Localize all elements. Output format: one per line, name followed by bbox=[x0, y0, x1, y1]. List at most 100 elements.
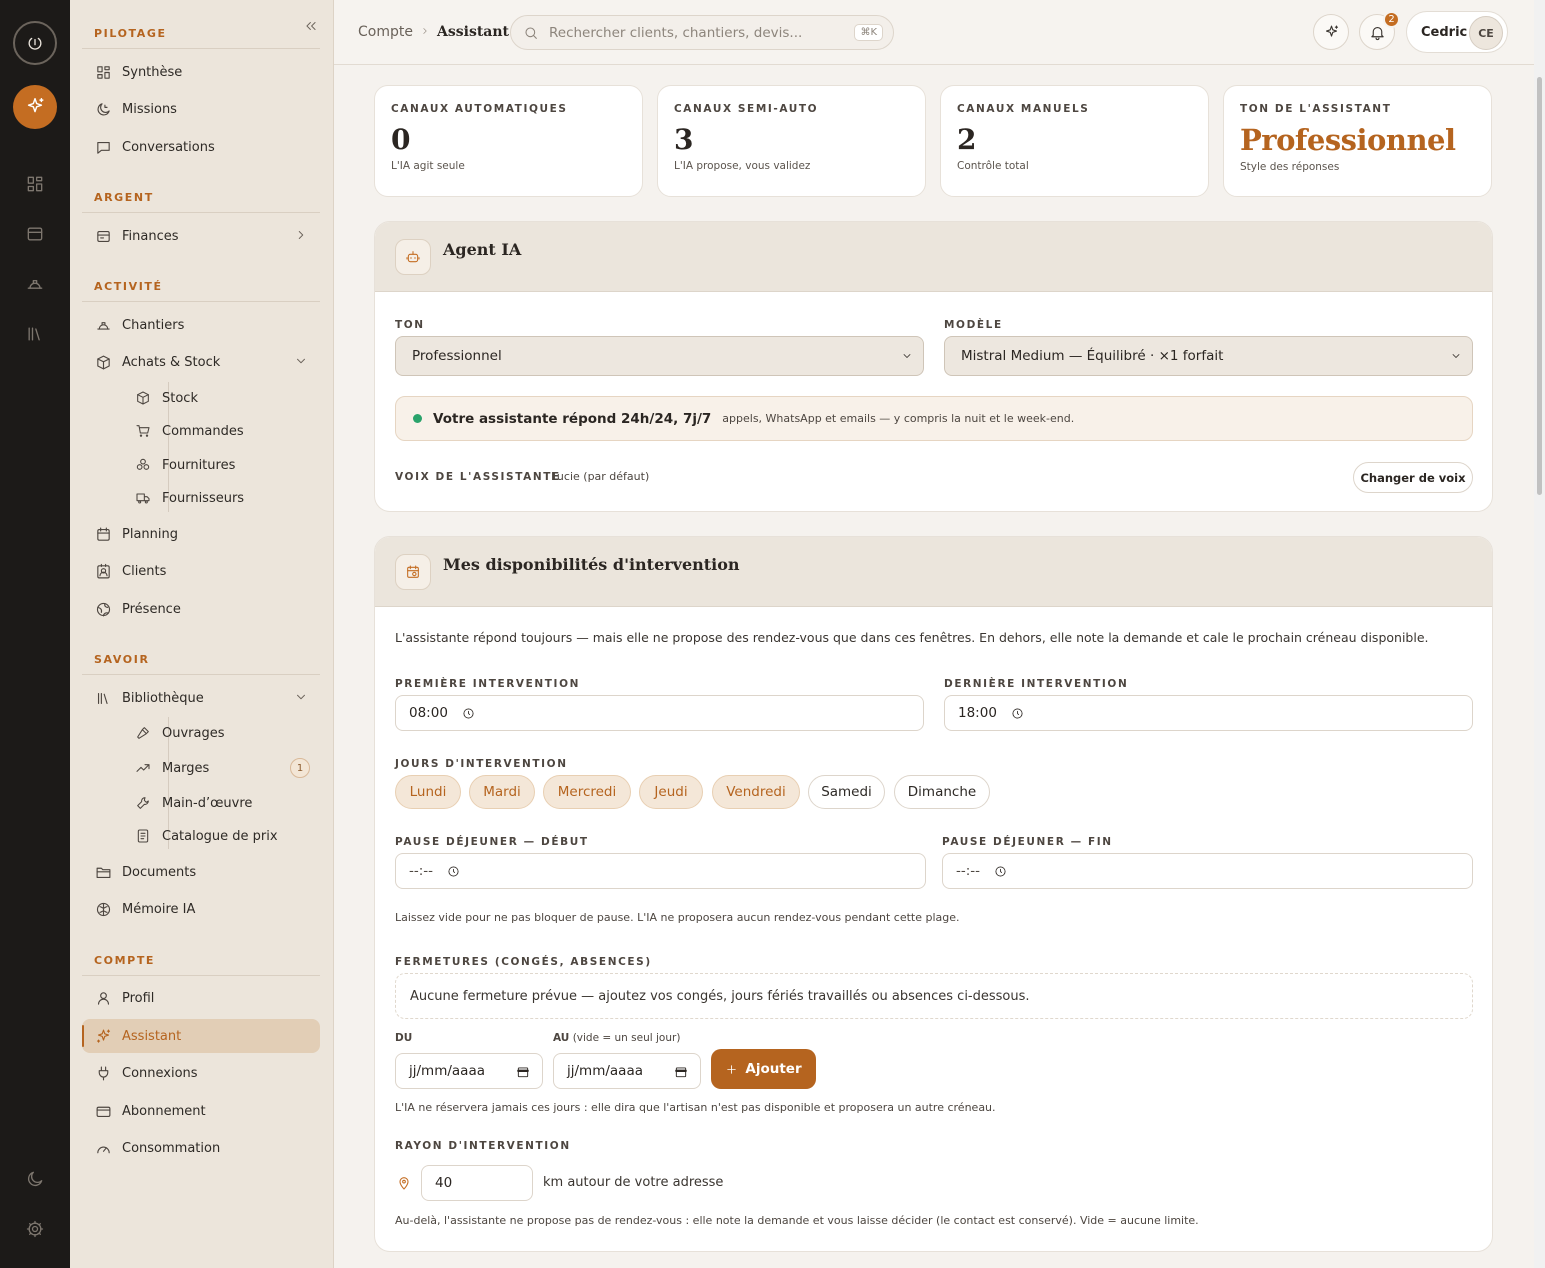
nav-item-ouvrages[interactable]: Ouvrages bbox=[122, 716, 320, 750]
clock-icon bbox=[1011, 707, 1024, 720]
nav-label: Fournisseurs bbox=[162, 490, 245, 506]
first-intervention-input[interactable]: 08:00 bbox=[395, 695, 924, 731]
ton-value: Professionnel bbox=[412, 348, 502, 364]
nav-label: Conversations bbox=[122, 139, 215, 155]
clock-icon bbox=[462, 707, 475, 720]
nav-item-memoire-ia[interactable]: Mémoire IA bbox=[82, 892, 320, 926]
ton-select[interactable]: Professionnel bbox=[395, 336, 924, 376]
nav-label: Clients bbox=[122, 563, 167, 579]
breadcrumb-current: Assistant bbox=[437, 24, 510, 40]
sparkles-icon bbox=[1323, 24, 1340, 41]
nav-item-bibliotheque[interactable]: Bibliothèque bbox=[82, 681, 320, 715]
nav-item-finances[interactable]: Finances bbox=[82, 219, 320, 253]
wallet-icon[interactable] bbox=[22, 221, 48, 247]
nav-item-fournisseurs[interactable]: Fournisseurs bbox=[122, 481, 320, 515]
day-toggle[interactable]: Mercredi bbox=[543, 775, 631, 809]
nav-item-presence[interactable]: Présence bbox=[82, 592, 320, 626]
nav-item-conversations[interactable]: Conversations bbox=[82, 130, 320, 164]
helmet-icon[interactable] bbox=[22, 271, 48, 297]
plug-icon bbox=[94, 1064, 112, 1082]
pause-start-input[interactable]: --:-- bbox=[395, 853, 926, 889]
modele-value: Mistral Medium — Équilibré · ×1 forfait bbox=[961, 348, 1224, 364]
nav-item-profil[interactable]: Profil bbox=[82, 981, 320, 1015]
stat-desc: Style des réponses bbox=[1240, 161, 1340, 173]
day-toggle[interactable]: Lundi bbox=[395, 775, 461, 809]
nav-item-main-oeuvre[interactable]: Main-d’œuvre bbox=[122, 786, 320, 820]
modele-label: MODÈLE bbox=[944, 319, 1003, 331]
closures-hint: L'IA ne réservera jamais ces jours : ell… bbox=[395, 1101, 996, 1114]
card-header: Mes disponibilités d'intervention bbox=[375, 537, 1492, 607]
power-logo-icon[interactable] bbox=[13, 21, 57, 65]
nav-item-stock[interactable]: Stock bbox=[122, 381, 320, 415]
breadcrumb-parent[interactable]: Compte bbox=[358, 24, 413, 40]
date-to-input[interactable]: jj/mm/aaaa bbox=[553, 1053, 701, 1089]
divider bbox=[82, 48, 320, 49]
radius-unit: km autour de votre adresse bbox=[543, 1175, 724, 1190]
moon-icon[interactable] bbox=[22, 1166, 48, 1192]
nav-item-chantiers[interactable]: Chantiers bbox=[82, 308, 320, 342]
credit-card-icon bbox=[94, 1102, 112, 1120]
library-icon[interactable] bbox=[22, 321, 48, 347]
day-toggle[interactable]: Samedi bbox=[808, 775, 885, 809]
nav-item-connexions[interactable]: Connexions bbox=[82, 1056, 320, 1090]
wallet-icon bbox=[94, 227, 112, 245]
radius-input[interactable]: 40 bbox=[421, 1165, 533, 1201]
settings-gear-icon[interactable] bbox=[22, 1216, 48, 1242]
nav-item-assistant[interactable]: Assistant bbox=[82, 1019, 320, 1053]
day-toggle[interactable]: Mardi bbox=[469, 775, 535, 809]
scrollbar-thumb[interactable] bbox=[1537, 77, 1542, 495]
nav-item-clients[interactable]: Clients bbox=[82, 554, 320, 588]
divider bbox=[82, 301, 320, 302]
grid-icon[interactable] bbox=[22, 171, 48, 197]
nav-item-planning[interactable]: Planning bbox=[82, 517, 320, 551]
nav-label: Ouvrages bbox=[162, 725, 225, 741]
divider bbox=[82, 975, 320, 976]
add-label: Ajouter bbox=[745, 1061, 802, 1077]
day-toggle[interactable]: Vendredi bbox=[712, 775, 800, 809]
last-intervention-input[interactable]: 18:00 bbox=[944, 695, 1473, 731]
sidebar: PILOTAGE Synthèse Missions Conversations… bbox=[70, 0, 334, 1268]
brain-icon bbox=[94, 900, 112, 918]
voice-value: Lucie (par défaut) bbox=[551, 470, 650, 483]
time-value: 08:00 bbox=[409, 705, 448, 721]
notifications-button[interactable]: 2 bbox=[1359, 11, 1400, 50]
nav-item-documents[interactable]: Documents bbox=[82, 855, 320, 889]
du-label: DU bbox=[395, 1032, 413, 1044]
nav-label: Finances bbox=[122, 228, 179, 244]
helmet-icon bbox=[94, 316, 112, 334]
date-from-input[interactable]: jj/mm/aaaa bbox=[395, 1053, 543, 1089]
collapse-sidebar-icon[interactable] bbox=[304, 19, 318, 33]
closures-empty-text: Aucune fermeture prévue — ajoutez vos co… bbox=[410, 988, 1030, 1004]
nav-item-missions[interactable]: Missions bbox=[82, 92, 320, 126]
stat-card-auto: CANAUX AUTOMATIQUES 0 L'IA agit seule bbox=[374, 85, 643, 197]
nav-item-abonnement[interactable]: Abonnement bbox=[82, 1094, 320, 1128]
nav-item-achats-stock[interactable]: Achats & Stock bbox=[82, 345, 320, 379]
search-input[interactable]: Rechercher clients, chantiers, devis... … bbox=[510, 15, 894, 50]
modele-select[interactable]: Mistral Medium — Équilibré · ×1 forfait bbox=[944, 336, 1473, 376]
nav-label: Achats & Stock bbox=[122, 354, 221, 370]
nav-item-consommation[interactable]: Consommation bbox=[82, 1131, 320, 1165]
add-closure-button[interactable]: Ajouter bbox=[711, 1049, 816, 1089]
day-toggle[interactable]: Jeudi bbox=[639, 775, 703, 809]
calendar-icon bbox=[94, 525, 112, 543]
section-title-compte: COMPTE bbox=[94, 954, 156, 967]
stat-card-manuels: CANAUX MANUELS 2 Contrôle total bbox=[940, 85, 1209, 197]
scrollbar[interactable] bbox=[1534, 0, 1545, 1268]
nav-label: Bibliothèque bbox=[122, 690, 204, 706]
sparkles-icon[interactable] bbox=[13, 85, 57, 129]
days-label: JOURS D'INTERVENTION bbox=[395, 758, 568, 770]
day-toggle[interactable]: Dimanche bbox=[894, 775, 990, 809]
clock-icon bbox=[994, 865, 1007, 878]
ai-sparkles-button[interactable] bbox=[1313, 14, 1349, 50]
nav-item-marges[interactable]: Marges 1 bbox=[122, 751, 320, 785]
nav-item-synthese[interactable]: Synthèse bbox=[82, 55, 320, 89]
card-title: Mes disponibilités d'intervention bbox=[443, 555, 740, 574]
change-voice-button[interactable]: Changer de voix bbox=[1353, 462, 1473, 493]
nav-item-catalogue[interactable]: Catalogue de prix bbox=[122, 819, 320, 853]
nav-item-commandes[interactable]: Commandes bbox=[122, 414, 320, 448]
user-menu-button[interactable]: Cedric CE bbox=[1406, 11, 1508, 53]
au-label-text: AU bbox=[553, 1032, 570, 1044]
pause-end-input[interactable]: --:-- bbox=[942, 853, 1473, 889]
card-title: Agent IA bbox=[443, 240, 522, 259]
nav-item-fournitures[interactable]: Fournitures bbox=[122, 448, 320, 482]
